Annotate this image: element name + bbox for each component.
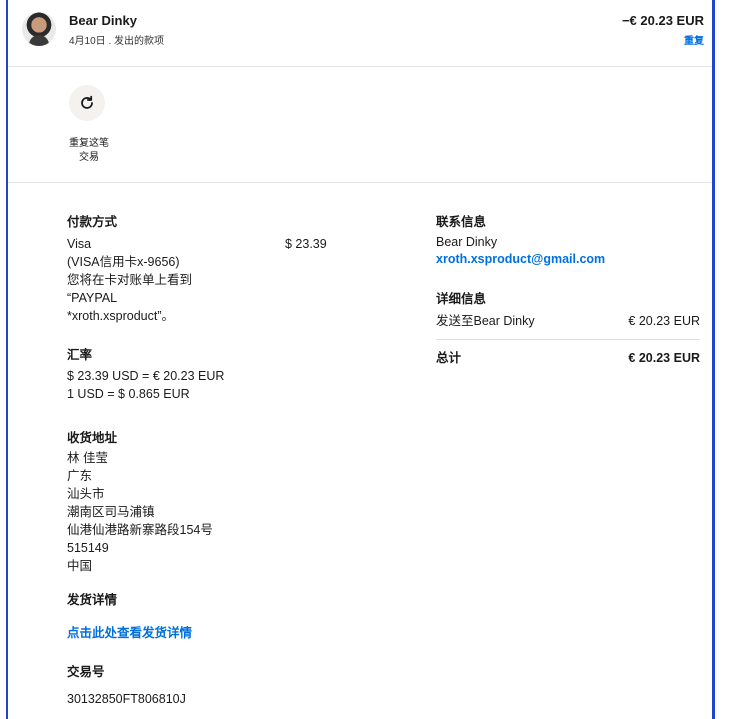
refresh-icon [81, 95, 93, 109]
delivery-details-title: 发货详情 [67, 593, 118, 607]
contact-info-title: 联系信息 [436, 215, 487, 229]
shipping-address: 林 佳莹 广东 汕头市 潮南区司马浦镇 仙港仙港路新寨路段154号 515149… [67, 451, 213, 573]
action-bar: 重复这笔 交易 [8, 67, 712, 183]
total-label: 总计 [436, 351, 462, 365]
transaction-details-panel: Bear Dinky 4月10日 . 发出的款项 −€ 20.23 EUR 重复… [0, 0, 749, 719]
transaction-amount: −€ 20.23 EUR [621, 13, 704, 28]
shipping-address-title: 收货地址 [67, 431, 118, 445]
sent-to-amount: € 20.23 EUR [628, 314, 700, 328]
exchange-rate-line-2: 1 USD = $ 0.865 EUR [67, 387, 190, 401]
statement-line-1: 您将在卡对账单上看到 [67, 273, 193, 287]
details-divider [436, 339, 700, 340]
avatar [22, 12, 56, 46]
contact-email[interactable]: xroth.xsproduct@gmail.com [436, 250, 605, 268]
transaction-header: Bear Dinky 4月10日 . 发出的款项 −€ 20.23 EUR 重复 [8, 0, 712, 67]
transaction-id: 30132850FT806810J [67, 692, 186, 706]
details-title: 详细信息 [436, 292, 487, 306]
payee-name: Bear Dinky [69, 13, 137, 28]
payment-card-amount: $ 23.39 [285, 237, 327, 251]
total-amount: € 20.23 EUR [628, 351, 700, 365]
repeat-transaction-button[interactable] [69, 85, 105, 121]
exchange-rate-line-1: $ 23.39 USD = € 20.23 EUR [67, 369, 225, 383]
statement-line-3: *xroth.xsproduct”。 [67, 309, 174, 323]
payment-card-detail: (VISA信用卡x-9656) [67, 255, 180, 269]
repeat-transaction-label: 重复这笔 交易 [69, 138, 109, 163]
transaction-date-type: 4月10日 . 发出的款项 [69, 36, 165, 47]
delivery-details-link[interactable]: 点击此处查看发货详情 [67, 624, 192, 642]
statement-line-2: “PAYPAL [67, 291, 118, 305]
sent-to-label: 发送至Bear Dinky [436, 314, 535, 328]
transaction-id-title: 交易号 [67, 665, 105, 679]
exchange-rate-title: 汇率 [67, 348, 93, 362]
panel-right-border [712, 0, 715, 719]
payment-card: Visa [67, 237, 92, 251]
contact-name: Bear Dinky [436, 235, 498, 249]
repeat-link[interactable]: 重复 [684, 32, 704, 47]
payment-method-title: 付款方式 [67, 215, 118, 229]
